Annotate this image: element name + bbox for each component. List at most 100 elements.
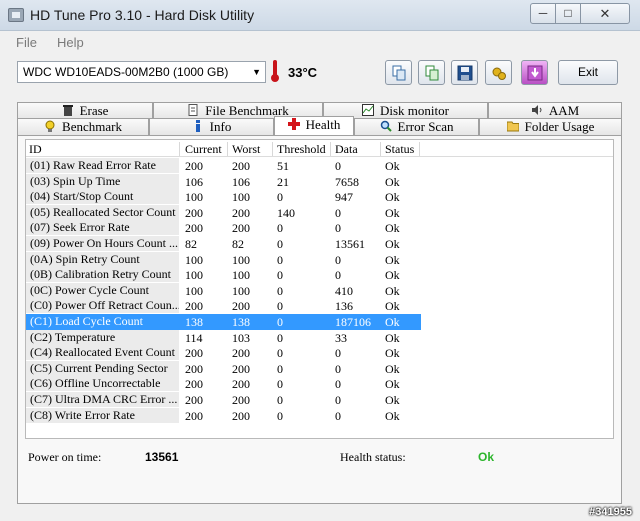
tab-benchmark-label: Benchmark	[62, 119, 122, 134]
cell-current: 200	[185, 299, 203, 314]
exit-button[interactable]: Exit	[558, 60, 618, 85]
cell-id: (C2) Temperature	[26, 329, 179, 345]
cell-threshold: 21	[277, 174, 289, 189]
cell-status: Ok	[385, 174, 400, 189]
trash-icon	[62, 104, 74, 116]
copy-icon	[392, 65, 406, 81]
table-row[interactable]: (C0) Power Off Retract Coun... 200 200 0 136…	[26, 298, 421, 314]
column-header-id[interactable]: ID	[26, 142, 180, 156]
table-row[interactable]: (0A) Spin Retry Count 100 100 0 0 Ok	[26, 251, 421, 268]
tab-erase[interactable]: Erase	[17, 102, 153, 119]
tab-info[interactable]: Info	[149, 118, 274, 135]
cell-current: 200	[185, 205, 203, 220]
speaker-icon	[531, 104, 543, 116]
folder-icon	[506, 120, 520, 132]
cell-threshold: 0	[277, 408, 283, 423]
table-row[interactable]: (09) Power On Hours Count ... 82 82 0 13561 O…	[26, 236, 421, 252]
cell-status: Ok	[385, 361, 400, 376]
tab-info-label: Info	[209, 119, 232, 134]
smart-attributes-table[interactable]: ID Current Worst Threshold Data Status (…	[25, 139, 614, 439]
cell-status: Ok	[385, 252, 400, 267]
table-row[interactable]: (C4) Reallocated Event Count 200 200 0 0 Ok	[26, 345, 421, 361]
table-row[interactable]: (C2) Temperature 114 103 0 33 Ok	[26, 329, 421, 346]
table-row[interactable]: (C5) Current Pending Sector 200 200 0 0 Ok	[26, 360, 421, 377]
table-row[interactable]: (07) Seek Error Rate 200 200 0 0 Ok	[26, 220, 421, 236]
menu-file[interactable]: File	[16, 35, 37, 50]
tab-aam[interactable]: AAM	[488, 102, 622, 119]
cell-worst: 200	[232, 377, 250, 392]
tab-benchmark[interactable]: Benchmark	[17, 118, 149, 135]
cell-worst: 82	[232, 237, 244, 251]
watermark-text: #341955	[589, 506, 632, 518]
chevron-down-icon: ▼	[252, 67, 261, 77]
column-header-threshold[interactable]: Threshold	[274, 142, 331, 156]
cell-current: 200	[185, 159, 203, 173]
cell-threshold: 0	[277, 268, 283, 283]
drive-select[interactable]: WDC WD10EADS-00M2B0 (1000 GB) ▼	[17, 61, 266, 83]
cell-data: 0	[335, 393, 341, 407]
table-row[interactable]: (01) Raw Read Error Rate 200 200 51 0 Ok	[26, 158, 421, 174]
cell-worst: 200	[232, 299, 250, 314]
cell-data: 0	[335, 377, 341, 392]
cell-threshold: 0	[277, 221, 283, 236]
table-row[interactable]: (05) Reallocated Sector Count 200 200 140 0 O…	[26, 204, 421, 221]
cell-id: (C6) Offline Uncorrectable	[26, 376, 179, 392]
options-button[interactable]	[485, 60, 512, 85]
cell-threshold: 51	[277, 159, 289, 173]
thermometer-icon	[271, 60, 279, 82]
table-row[interactable]: (03) Spin Up Time 106 106 21 7658 Ok	[26, 173, 421, 190]
column-header-data[interactable]: Data	[332, 142, 381, 156]
table-row[interactable]: (C7) Ultra DMA CRC Error ... 200 200 0 0 Ok	[26, 392, 421, 408]
cell-worst: 100	[232, 252, 250, 267]
cell-worst: 200	[232, 205, 250, 220]
cell-data: 136	[335, 299, 353, 314]
cell-current: 100	[185, 252, 203, 267]
chart-icon	[362, 104, 374, 116]
column-header-status[interactable]: Status	[382, 142, 420, 156]
copy-all-icon	[425, 65, 439, 81]
cell-id: (C0) Power Off Retract Coun...	[26, 298, 179, 314]
close-button[interactable]: ✕	[580, 3, 630, 24]
options-icon	[492, 67, 506, 80]
magnifier-icon	[380, 120, 392, 132]
cell-status: Ok	[385, 377, 400, 392]
health-status-value: Ok	[478, 450, 495, 464]
maximize-button[interactable]: □	[555, 3, 581, 24]
table-row[interactable]: (04) Start/Stop Count 100 100 0 947 Ok	[26, 189, 421, 205]
table-row[interactable]: (C8) Write Error Rate 200 200 0 0 Ok	[26, 407, 421, 424]
table-row[interactable]: (0B) Calibration Retry Count 100 100 0 0 Ok	[26, 267, 421, 283]
cell-worst: 106	[232, 174, 250, 189]
column-header-worst[interactable]: Worst	[229, 142, 273, 156]
cell-id: (09) Power On Hours Count ...	[26, 236, 179, 251]
cell-data: 0	[335, 408, 341, 423]
table-row[interactable]: (C1) Load Cycle Count 138 138 0 187106 Ok	[26, 314, 421, 330]
tab-error-scan[interactable]: Error Scan	[354, 118, 479, 135]
cell-current: 200	[185, 346, 203, 361]
cell-worst: 100	[232, 190, 250, 205]
column-header-current[interactable]: Current	[182, 142, 228, 156]
tab-folder-usage[interactable]: Folder Usage	[479, 118, 622, 135]
cell-threshold: 0	[277, 346, 283, 361]
cell-current: 200	[185, 377, 203, 392]
save-button[interactable]	[451, 60, 478, 85]
cell-worst: 200	[232, 408, 250, 423]
table-row[interactable]: (C6) Offline Uncorrectable 200 200 0 0 Ok	[26, 376, 421, 392]
cell-threshold: 0	[277, 393, 283, 407]
cell-status: Ok	[385, 190, 400, 205]
download-button[interactable]	[521, 60, 548, 85]
cell-current: 100	[185, 268, 203, 283]
cell-data: 0	[335, 361, 341, 376]
cell-status: Ok	[385, 315, 400, 329]
cell-worst: 200	[232, 346, 250, 361]
power-on-value: 13561	[145, 450, 179, 464]
cell-status: Ok	[385, 205, 400, 220]
copy-button[interactable]	[385, 60, 412, 85]
cell-status: Ok	[385, 283, 400, 298]
menu-help[interactable]: Help	[57, 35, 84, 50]
drive-select-value: WDC WD10EADS-00M2B0 (1000 GB)	[23, 65, 229, 79]
minimize-button[interactable]: ─	[530, 3, 556, 24]
tab-health[interactable]: Health	[274, 116, 354, 135]
copy-all-button[interactable]	[418, 60, 445, 85]
tab-erase-label: Erase	[79, 103, 109, 118]
table-row[interactable]: (0C) Power Cycle Count 100 100 0 410 Ok	[26, 282, 421, 299]
